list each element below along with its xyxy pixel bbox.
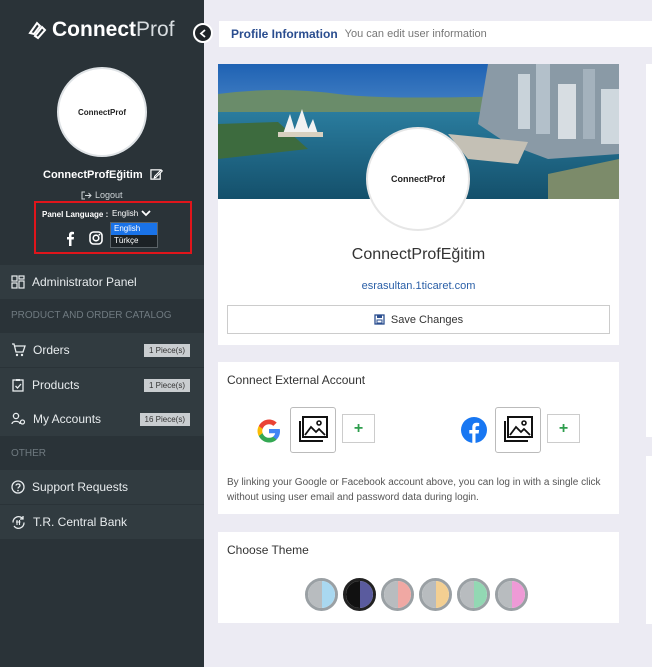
- save-icon: [374, 314, 385, 325]
- sidebar-item-label: T.R. Central Bank: [33, 515, 128, 529]
- image-placeholder-icon: [504, 416, 533, 442]
- chevron-down-icon: [141, 210, 151, 217]
- profile-name: ConnectProfEğitim: [351, 246, 486, 263]
- sidebar-item-label: Products: [32, 378, 80, 392]
- external-account-description: By linking your Google or Facebook accou…: [227, 477, 601, 503]
- image-placeholder-icon: [299, 416, 328, 442]
- logout-icon: [81, 191, 92, 199]
- brand-logo[interactable]: Connect Prof: [26, 18, 175, 42]
- brand-name-thin: Prof: [136, 18, 175, 41]
- sidebar-item-products[interactable]: Products 1 Piece(s): [0, 368, 204, 402]
- clipboard-check-icon: [12, 379, 24, 392]
- sidebar-item-orders[interactable]: Orders 1 Piece(s): [0, 333, 204, 367]
- nav-section-catalog: PRODUCT AND ORDER CATALOG: [11, 310, 172, 321]
- profile-avatar: ConnectProf: [366, 127, 470, 231]
- theme-swatch-4[interactable]: [419, 578, 452, 611]
- sidebar-item-support[interactable]: Support Requests: [0, 470, 204, 504]
- google-account-image: [290, 407, 336, 453]
- sidebar-item-label: My Accounts: [33, 412, 102, 426]
- theme-swatch-5[interactable]: [457, 578, 490, 611]
- sidebar-item-admin-panel[interactable]: Administrator Panel: [0, 265, 204, 299]
- add-facebook-account-button[interactable]: +: [547, 414, 580, 443]
- brand-name-bold: Connect: [52, 18, 136, 41]
- profile-email: esrasultan.1ticaret.com: [361, 280, 476, 292]
- theme-title: Choose Theme: [227, 543, 309, 557]
- user-name-text: ConnectProfEğitim: [43, 168, 143, 181]
- save-changes-label: Save Changes: [390, 313, 464, 326]
- help-icon: [11, 480, 25, 494]
- page-subtitle: You can edit user information: [344, 28, 487, 40]
- logout-link[interactable]: Logout: [81, 190, 123, 200]
- edit-icon[interactable]: [149, 168, 163, 181]
- language-dropdown: English Türkçe: [110, 222, 158, 248]
- user-gear-icon: [11, 412, 26, 425]
- google-icon: [257, 419, 280, 443]
- sidebar-item-accounts[interactable]: My Accounts 16 Piece(s): [0, 402, 204, 436]
- external-account-title: Connect External Account: [227, 373, 366, 387]
- orders-count-badge: 1 Piece(s): [143, 343, 190, 357]
- page-title: Profile Information: [231, 27, 338, 41]
- sidebar-item-label: Administrator Panel: [32, 275, 137, 289]
- sidebar-item-label: Orders: [33, 343, 70, 357]
- page-header: Profile Information You can edit user in…: [219, 21, 652, 47]
- profile-avatar-logo-text: ConnectProf: [391, 174, 445, 184]
- sidebar-item-central-bank[interactable]: T.R. Central Bank: [0, 505, 204, 539]
- sidebar: Connect Prof ConnectProf ConnectProfEğiti…: [0, 0, 204, 667]
- facebook-icon: [461, 417, 487, 443]
- save-changes-button[interactable]: Save Changes: [227, 305, 610, 334]
- dashboard-icon: [11, 275, 25, 289]
- facebook-icon[interactable]: [65, 231, 75, 246]
- sidebar-collapse-button[interactable]: [193, 23, 213, 43]
- language-option-english[interactable]: English: [111, 223, 157, 235]
- instagram-icon[interactable]: [89, 231, 103, 245]
- language-current-value: English: [112, 209, 139, 218]
- profile-card: ConnectProf ConnectProfEğitim esrasultan…: [218, 64, 619, 345]
- language-option-turkish[interactable]: Türkçe: [111, 235, 157, 247]
- user-name: ConnectProfEğitim: [43, 168, 163, 181]
- cart-icon: [12, 343, 26, 357]
- avatar: ConnectProf: [57, 67, 147, 157]
- brand-mark-icon: [28, 21, 47, 40]
- side-card-bottom: [646, 456, 652, 624]
- external-account-card: Connect External Account + + By linking …: [218, 362, 619, 514]
- currency-exchange-icon: [12, 515, 25, 529]
- avatar-logo-text: ConnectProf: [78, 107, 126, 117]
- theme-swatch-3[interactable]: [381, 578, 414, 611]
- logout-label: Logout: [95, 190, 123, 200]
- theme-swatch-6[interactable]: [495, 578, 528, 611]
- nav-section-other: OTHER: [11, 448, 46, 459]
- sidebar-item-label: Support Requests: [32, 480, 129, 494]
- products-count-badge: 1 Piece(s): [143, 378, 190, 392]
- side-card-top: [646, 64, 652, 437]
- chevron-left-icon: [199, 28, 206, 38]
- add-google-account-button[interactable]: +: [342, 414, 375, 443]
- accounts-count-badge: 16 Piece(s): [139, 412, 190, 426]
- language-select[interactable]: English: [112, 209, 151, 218]
- theme-card: Choose Theme: [218, 532, 619, 623]
- theme-swatch-2[interactable]: [343, 578, 376, 611]
- language-label: Panel Language :: [42, 210, 109, 219]
- facebook-account-image: [495, 407, 541, 453]
- theme-swatch-1[interactable]: [305, 578, 338, 611]
